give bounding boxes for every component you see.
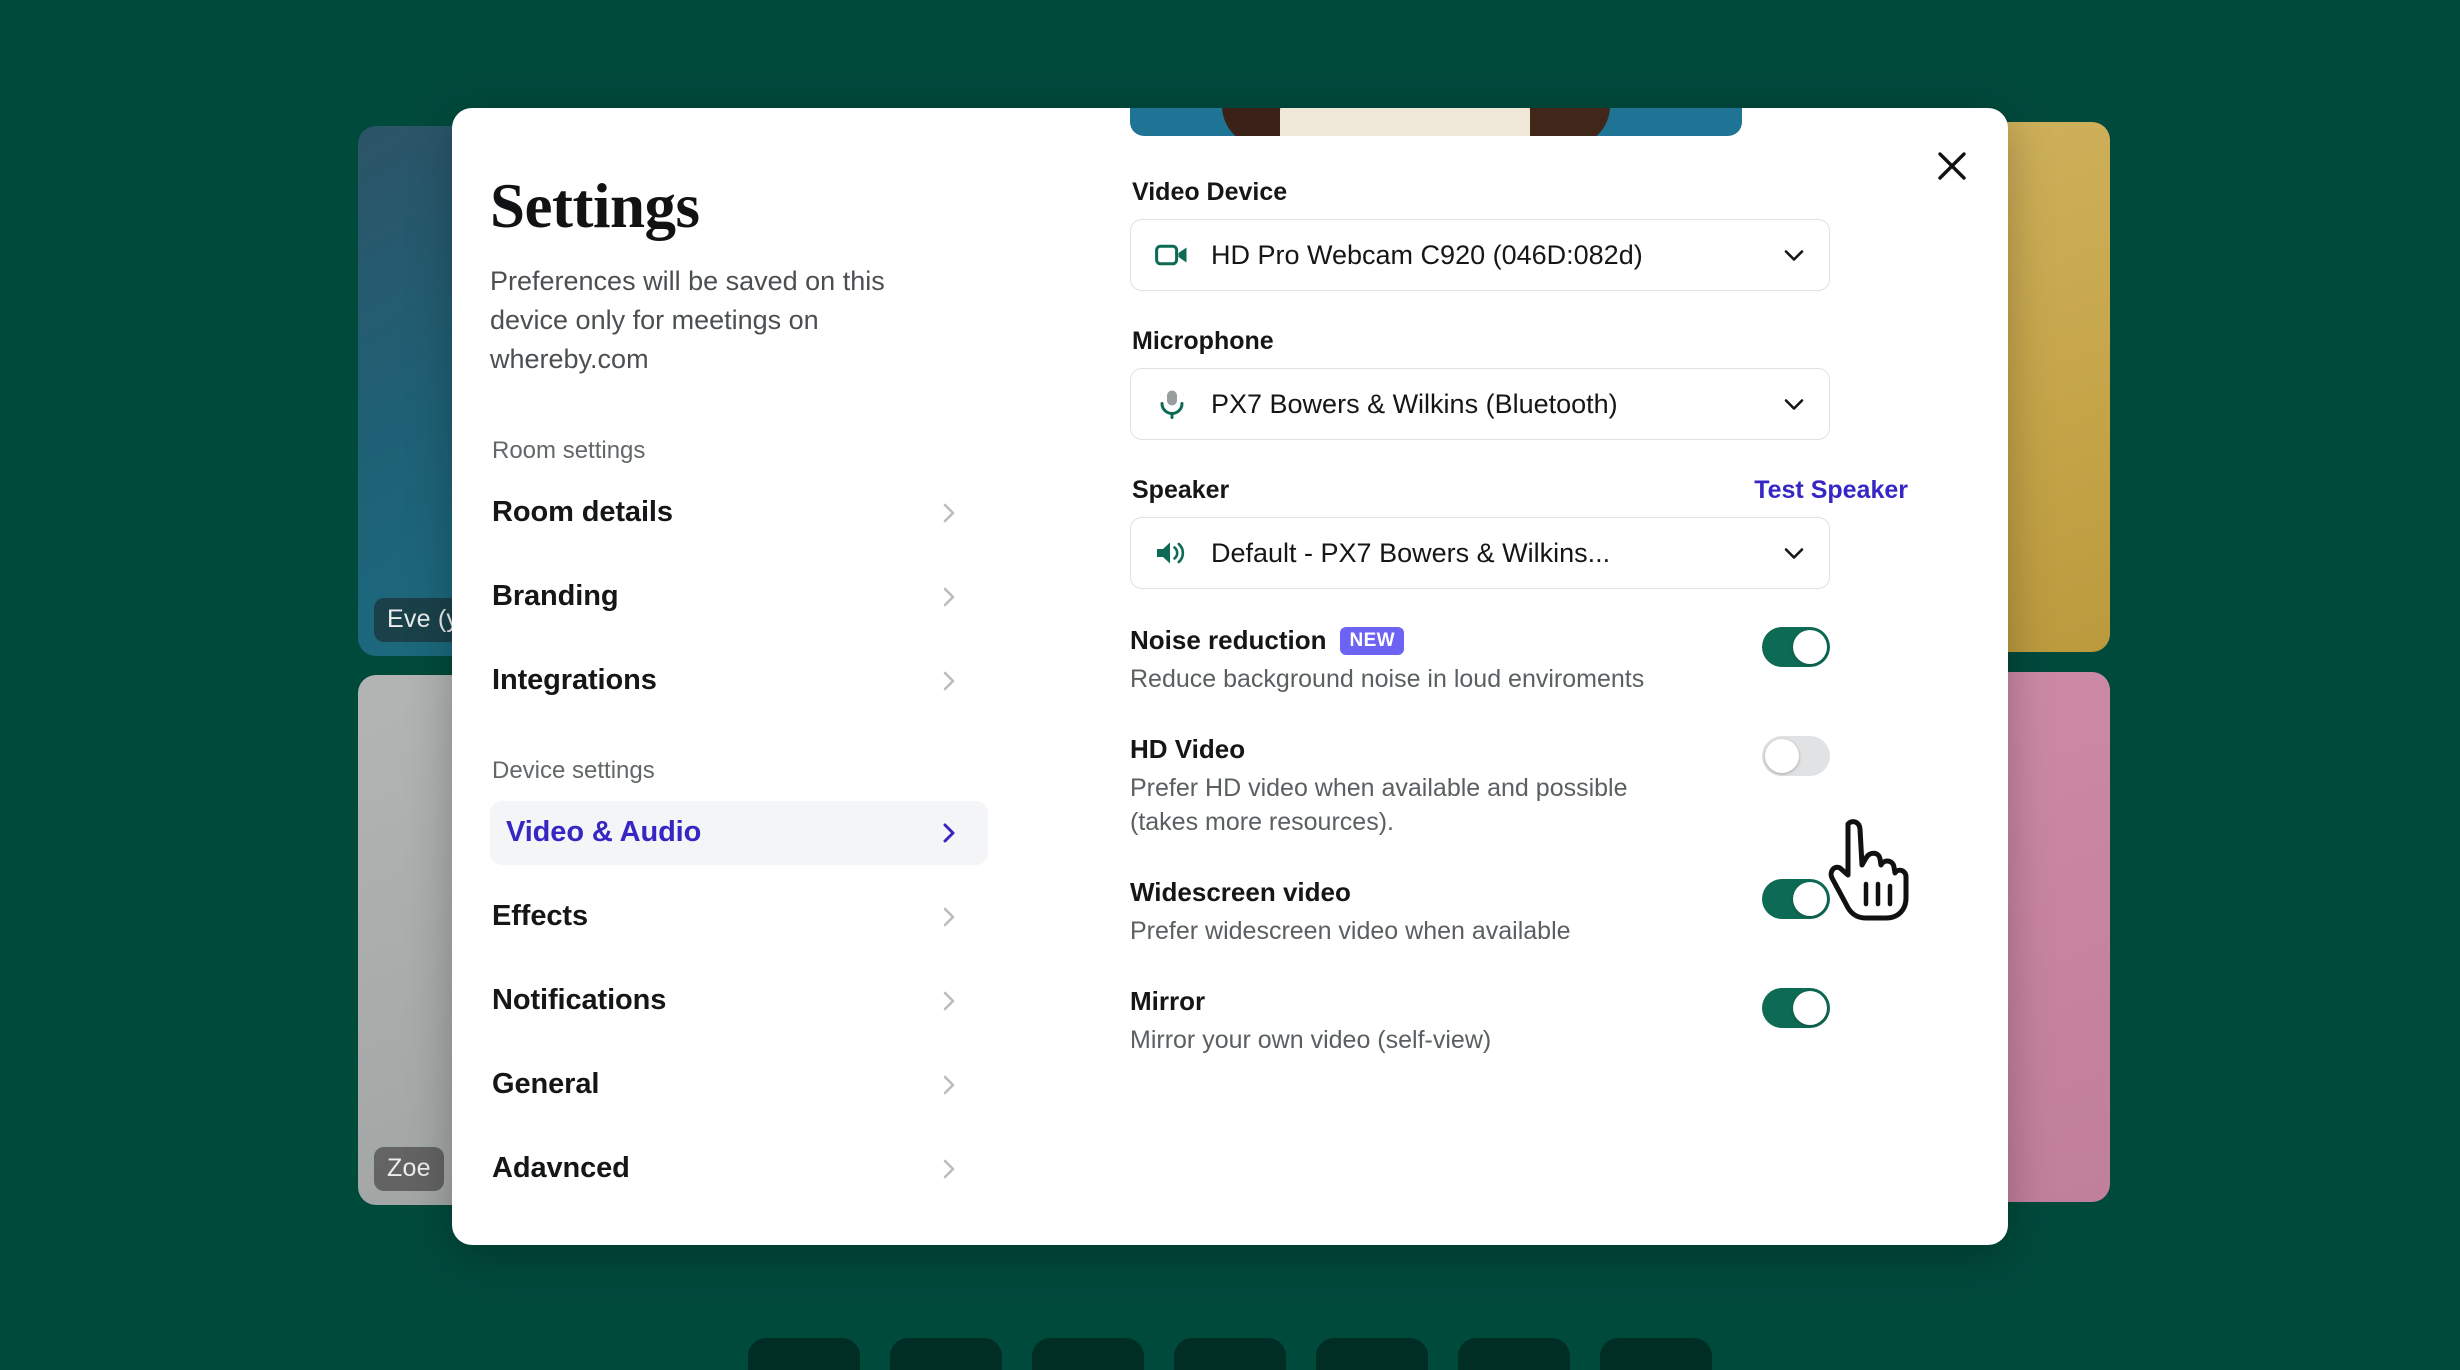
settings-modal: Settings Preferences will be saved on th… — [452, 108, 2008, 1245]
toggle-noise-reduction[interactable] — [1762, 627, 1830, 667]
toggle-mirror[interactable] — [1762, 988, 1830, 1028]
chevron-right-icon — [938, 586, 960, 608]
setting-title: Noise reduction — [1130, 625, 1327, 655]
sidebar-item-label: Notifications — [492, 984, 667, 1017]
self-video-preview — [1130, 108, 1742, 136]
video-device-label: Video Device — [1132, 178, 1288, 206]
setting-description: Prefer HD video when available and possi… — [1130, 774, 1628, 836]
setting-description: Prefer widescreen video when available — [1130, 917, 1571, 945]
sidebar-item-video-audio[interactable]: Video & Audio — [490, 800, 988, 865]
sidebar-item-notifications[interactable]: Notifications — [490, 969, 988, 1033]
status-badge-new: NEW — [1340, 626, 1405, 655]
setting-row-mirror: Mirror Mirror your own video (self-view) — [1130, 986, 1830, 1057]
chevron-down-icon — [1781, 242, 1807, 268]
sidebar-item-label: Effects — [492, 900, 588, 933]
toolbar-button[interactable] — [1316, 1338, 1428, 1370]
sidebar-item-label: Video & Audio — [506, 816, 702, 849]
sidebar-item-effects[interactable]: Effects — [490, 885, 988, 949]
setting-row-noise-reduction: Noise reduction NEW Reduce background no… — [1130, 625, 1830, 696]
page-subtitle: Preferences will be saved on this device… — [490, 266, 885, 374]
toggle-hd-video[interactable] — [1762, 736, 1830, 776]
toolbar-button[interactable] — [1032, 1338, 1144, 1370]
speaker-label-row: Speaker Test Speaker — [1132, 476, 1908, 505]
sidebar-item-label: Integrations — [492, 664, 657, 697]
microphone-label: Microphone — [1132, 327, 1274, 355]
setting-title: Mirror — [1130, 986, 1206, 1016]
setting-title: Widescreen video — [1130, 877, 1351, 907]
chevron-right-icon — [938, 906, 960, 928]
setting-description: Mirror your own video (self-view) — [1130, 1026, 1492, 1054]
video-device-select[interactable]: HD Pro Webcam C920 (046D:082d) — [1130, 219, 1830, 291]
app-stage: Eve (y Zoe Settings Preferences will be … — [0, 0, 2460, 1370]
toolbar-button[interactable] — [748, 1338, 860, 1370]
video-camera-icon — [1155, 242, 1189, 268]
microphone-icon — [1155, 389, 1189, 419]
device-settings-panel: Video Device HD Pro Webcam C920 (046D:08… — [1092, 108, 2008, 1245]
meeting-toolbar — [0, 1334, 2460, 1370]
nav-group-room-settings: Room settings Room details Branding Inte… — [490, 437, 1092, 713]
setting-title: HD Video — [1130, 734, 1246, 764]
speaker-label: Speaker — [1132, 476, 1230, 504]
chevron-right-icon — [938, 990, 960, 1012]
toggle-widescreen-video[interactable] — [1762, 879, 1830, 919]
toolbar-button[interactable] — [1174, 1338, 1286, 1370]
nav-section-label-device: Device settings — [492, 756, 655, 784]
sidebar-item-room-details[interactable]: Room details — [490, 481, 988, 545]
toolbar-button[interactable] — [1458, 1338, 1570, 1370]
sidebar-item-advanced[interactable]: Adavnced — [490, 1137, 988, 1201]
sidebar-item-label: Branding — [492, 580, 619, 613]
toolbar-button[interactable] — [1600, 1338, 1712, 1370]
nav-section-label-room: Room settings — [492, 436, 646, 464]
setting-row-hd-video: HD Video Prefer HD video when available … — [1130, 734, 1830, 839]
speaker-select[interactable]: Default - PX7 Bowers & Wilkins... — [1130, 517, 1830, 589]
chevron-down-icon — [1781, 391, 1807, 417]
setting-row-widescreen-video: Widescreen video Prefer widescreen video… — [1130, 877, 1830, 948]
settings-sidebar: Settings Preferences will be saved on th… — [452, 108, 1092, 1245]
sidebar-item-label: Room details — [492, 496, 673, 529]
sidebar-item-label: Adavnced — [492, 1152, 630, 1185]
sidebar-item-branding[interactable]: Branding — [490, 565, 988, 629]
sidebar-item-general[interactable]: General — [490, 1053, 988, 1117]
toolbar-button[interactable] — [890, 1338, 1002, 1370]
chevron-right-icon — [938, 1074, 960, 1096]
speaker-icon — [1155, 539, 1189, 567]
chevron-right-icon — [938, 1158, 960, 1180]
sidebar-item-integrations[interactable]: Integrations — [490, 649, 988, 713]
speaker-value: Default - PX7 Bowers & Wilkins... — [1211, 537, 1611, 568]
video-device-value: HD Pro Webcam C920 (046D:082d) — [1211, 239, 1643, 270]
test-speaker-link[interactable]: Test Speaker — [1754, 476, 1908, 505]
page-title: Settings — [490, 171, 700, 241]
microphone-select[interactable]: PX7 Bowers & Wilkins (Bluetooth) — [1130, 368, 1830, 440]
sidebar-item-label: General — [492, 1068, 600, 1101]
participant-name-label: Zoe — [374, 1147, 444, 1191]
setting-description: Reduce background noise in loud envirome… — [1130, 665, 1645, 693]
nav-group-device-settings: Device settings Video & Audio Effects No… — [490, 757, 1092, 1201]
chevron-down-icon — [1781, 540, 1807, 566]
chevron-right-icon — [938, 670, 960, 692]
chevron-right-icon — [938, 822, 960, 844]
chevron-right-icon — [938, 502, 960, 524]
microphone-value: PX7 Bowers & Wilkins (Bluetooth) — [1211, 388, 1618, 419]
